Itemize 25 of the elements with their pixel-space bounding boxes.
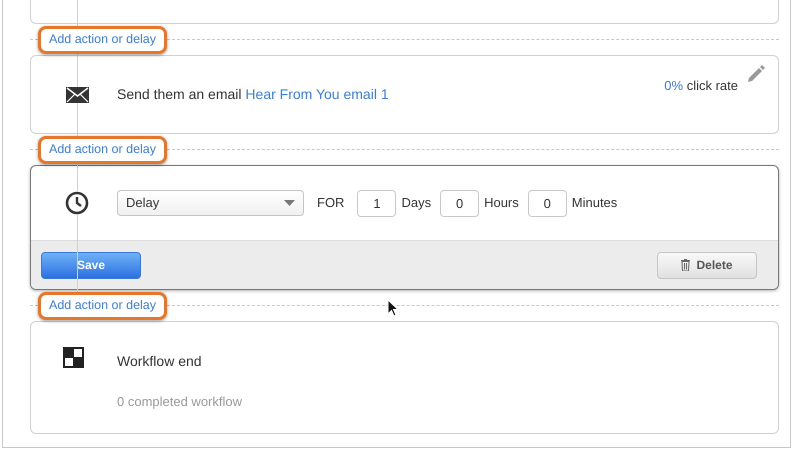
unit-label: Hours [484, 194, 519, 212]
end-title: Workflow end [117, 352, 203, 371]
completed-count: 0 completed workflow [117, 393, 242, 411]
add-action-link[interactable]: Add action or delay [38, 26, 168, 54]
clock-icon [65, 191, 89, 215]
envelope-icon [66, 86, 88, 102]
duration-field[interactable]: 0 [528, 190, 567, 216]
mouse-cursor-icon [387, 299, 399, 317]
delete-button[interactable]: Delete [657, 252, 757, 278]
save-button[interactable]: Save [41, 252, 141, 278]
add-action-link[interactable]: Add action or delay [38, 136, 168, 164]
unit-label: Days [401, 194, 432, 212]
checkered-flag-icon [62, 347, 84, 368]
unit-label: Minutes [572, 194, 618, 212]
delay-select[interactable]: Delay [117, 190, 304, 216]
trash-icon [681, 259, 690, 271]
for-label: FOR [317, 194, 344, 212]
duration-field[interactable]: 1 [357, 190, 396, 216]
add-action-link[interactable]: Add action or delay [38, 292, 168, 320]
email-step-text: Send them an email Hear From You email 1 [117, 85, 389, 104]
duration-field[interactable]: 0 [440, 190, 480, 216]
caret-icon [284, 200, 295, 206]
click-rate-text: 0% click rate [664, 77, 738, 95]
pencil-icon[interactable] [747, 65, 765, 83]
email-link[interactable]: Hear From You email 1 [245, 86, 389, 102]
